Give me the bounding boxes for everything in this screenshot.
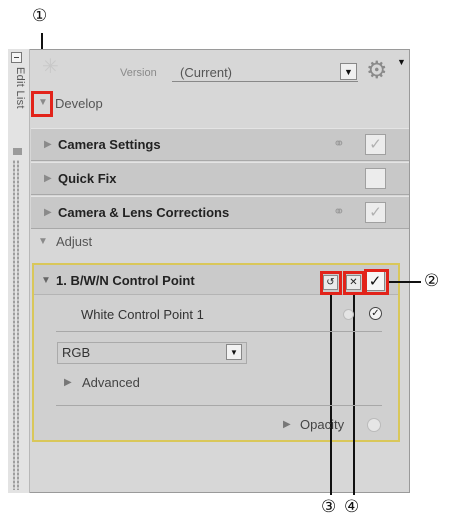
enable-checkbox[interactable]: ✓ <box>365 134 386 155</box>
show-point-toggle-icon[interactable] <box>343 309 354 320</box>
resize-handle-dots <box>17 160 19 490</box>
resize-handle[interactable] <box>13 160 15 490</box>
section-label: Camera & Lens Corrections <box>58 205 230 220</box>
callout-2-leader-line <box>389 281 421 283</box>
divider <box>56 405 382 406</box>
enable-checkbox[interactable]: ✓ <box>365 202 386 223</box>
opacity-label[interactable]: Opacity <box>300 417 344 432</box>
section-label: Camera Settings <box>58 137 161 152</box>
link-icon: ⚭ <box>333 135 345 151</box>
channel-value: RGB <box>62 345 91 360</box>
callout-4-leader-line <box>353 295 355 495</box>
divider <box>56 331 382 332</box>
callout-4-highlight-box <box>343 271 365 295</box>
opacity-expand-triangle-icon[interactable]: ▶ <box>283 419 291 430</box>
enable-checkbox[interactable] <box>365 168 386 189</box>
control-point-title: 1. B/W/N Control Point <box>56 273 195 288</box>
gear-menu-arrow-icon[interactable]: ▼ <box>397 57 406 67</box>
point-enabled-checkbox[interactable]: ✓ <box>369 307 382 320</box>
callout-1-highlight-box <box>31 91 53 117</box>
edit-list-side-strip[interactable] <box>8 49 30 493</box>
chevron-down-icon[interactable]: ▼ <box>226 344 242 360</box>
advanced-expand-triangle-icon[interactable]: ▶ <box>64 377 72 388</box>
callout-3-highlight-box <box>320 271 342 295</box>
callout-3-number: ③ <box>321 497 337 517</box>
link-icon: ⚭ <box>333 203 345 219</box>
expand-triangle-icon[interactable]: ▶ <box>44 207 52 218</box>
gear-icon[interactable]: ⚙ <box>366 56 388 85</box>
sparkle-icon: ✳ <box>42 56 59 78</box>
callout-2-number: ② <box>424 271 440 291</box>
callout-4-number: ④ <box>344 497 360 517</box>
edit-list-side-label[interactable]: Edit List <box>14 67 26 109</box>
version-value: (Current) <box>180 65 233 80</box>
adjust-label: Adjust <box>56 234 93 249</box>
expand-triangle-icon[interactable]: ▶ <box>44 139 52 150</box>
collapse-box-icon[interactable] <box>11 52 22 63</box>
opacity-toggle-icon[interactable] <box>367 418 381 432</box>
expand-triangle-icon[interactable]: ▶ <box>44 173 52 184</box>
white-control-point-label[interactable]: White Control Point 1 <box>81 307 204 322</box>
adjust-collapse-triangle-icon[interactable]: ▼ <box>38 236 48 247</box>
side-grip-icon <box>13 148 22 155</box>
chevron-down-icon[interactable]: ▼ <box>340 63 357 80</box>
advanced-label[interactable]: Advanced <box>82 375 140 390</box>
control-point-collapse-triangle-icon[interactable]: ▼ <box>41 275 51 286</box>
section-label: Quick Fix <box>58 171 117 186</box>
develop-label: Develop <box>55 96 103 111</box>
callout-1-number: ① <box>32 6 48 26</box>
callout-2-highlight-box <box>364 269 389 295</box>
callout-3-leader-line <box>330 295 332 495</box>
version-label: Version <box>120 67 157 79</box>
